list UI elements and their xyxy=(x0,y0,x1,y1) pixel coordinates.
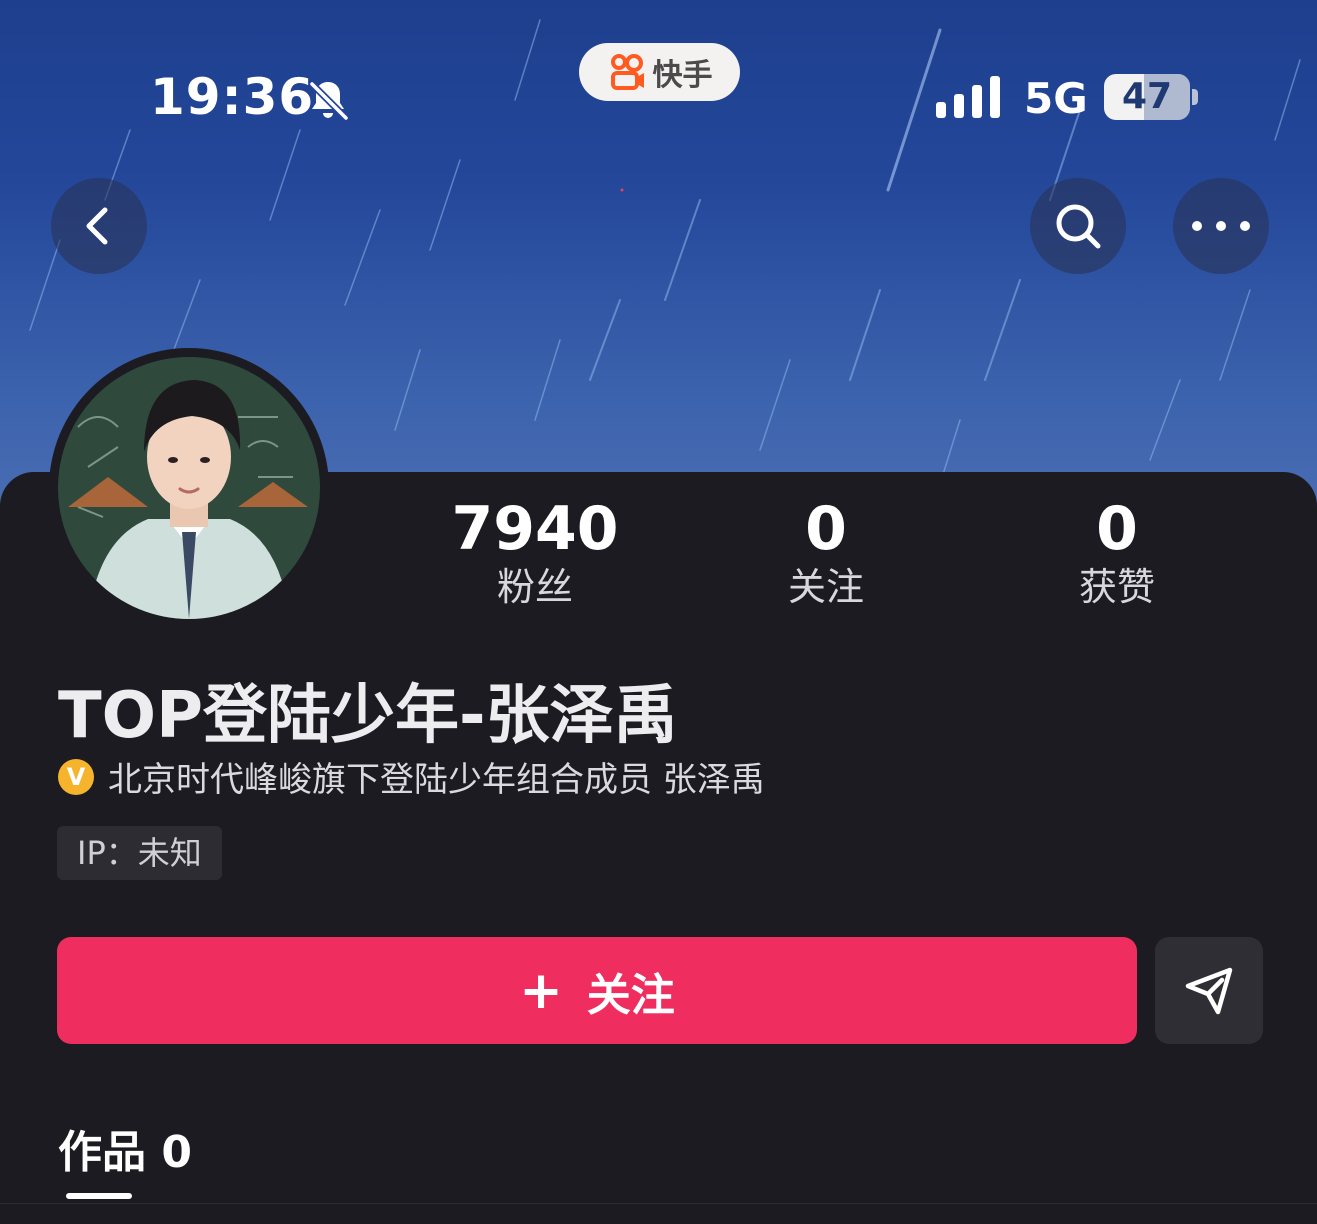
following-count: 0 xyxy=(805,494,847,564)
battery-tip xyxy=(1192,89,1198,105)
tab-active-indicator xyxy=(66,1193,132,1199)
bell-muted-icon xyxy=(309,81,349,121)
network-type: 5G xyxy=(1024,74,1088,123)
avatar[interactable] xyxy=(49,348,329,628)
paper-plane-icon xyxy=(1185,967,1233,1014)
cellular-signal-icon xyxy=(936,76,1000,118)
chevron-left-icon xyxy=(86,207,108,245)
likes-label: 获赞 xyxy=(1078,565,1155,609)
stat-likes[interactable]: 0 获赞 xyxy=(1017,495,1217,611)
verified-badge-icon: V xyxy=(58,758,94,795)
battery-level: 47 xyxy=(1121,76,1173,117)
status-time: 19:36 xyxy=(150,68,315,126)
follow-label: 关注 xyxy=(586,969,675,1021)
following-label: 关注 xyxy=(787,565,864,609)
followers-label: 粉丝 xyxy=(496,565,573,609)
avatar-photo xyxy=(58,357,320,619)
stat-following[interactable]: 0 关注 xyxy=(726,495,926,611)
search-button[interactable] xyxy=(1030,178,1126,274)
more-options-button[interactable] xyxy=(1173,178,1269,274)
app-name: 快手 xyxy=(652,58,713,93)
kuaishou-logo-icon xyxy=(610,54,644,90)
likes-count: 0 xyxy=(1096,494,1138,564)
search-icon xyxy=(1056,204,1101,249)
more-icon xyxy=(1192,221,1250,231)
back-button[interactable] xyxy=(51,178,147,274)
tab-works[interactable]: 作品 0 xyxy=(58,1116,192,1180)
plus-icon: + xyxy=(519,960,563,1021)
ip-location-chip: IP：未知 xyxy=(57,826,222,880)
kuaishou-app-pill[interactable]: 快手 xyxy=(579,43,740,101)
followers-count: 7940 xyxy=(451,494,619,564)
verification-row: V 北京时代峰峻旗下登陆少年组合成员 张泽禹 xyxy=(58,752,765,801)
message-button[interactable] xyxy=(1155,937,1263,1044)
tab-divider xyxy=(0,1203,1317,1204)
verification-text: 北京时代峰峻旗下登陆少年组合成员 张泽禹 xyxy=(108,760,765,800)
stat-followers[interactable]: 7940 粉丝 xyxy=(435,495,635,611)
profile-name: TOP登陆少年-张泽禹 xyxy=(58,679,678,753)
follow-button[interactable]: + 关注 xyxy=(57,937,1137,1044)
battery-icon: 47 xyxy=(1104,74,1190,120)
